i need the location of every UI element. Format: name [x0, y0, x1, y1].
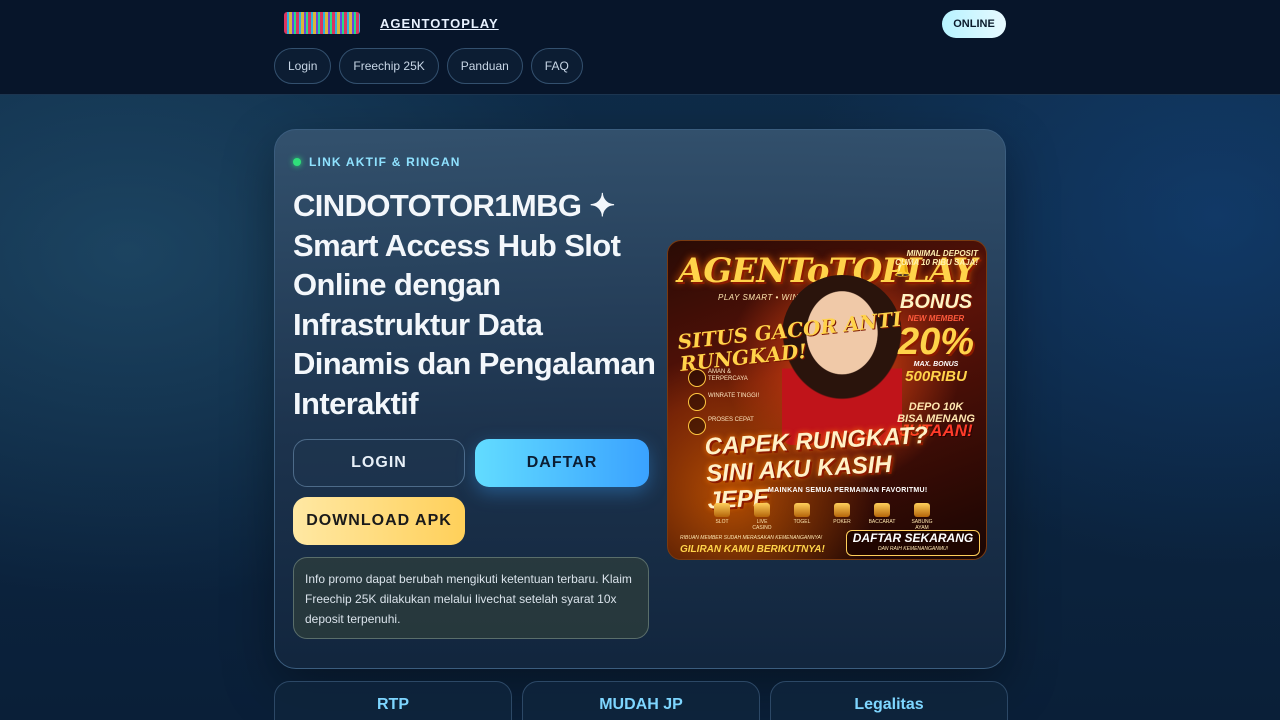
- page-title: CINDOTOTOR1MBG ✦ Smart Access Hub Slot O…: [293, 188, 656, 421]
- poster-game-sabung-ayam: SABUNG AYAM: [908, 503, 936, 531]
- poster-min-deposit: MINIMAL DEPOSIT CUMA 10 RIBU SAJA!: [895, 249, 978, 267]
- live-dot-icon: [293, 158, 301, 166]
- login-button[interactable]: LOGIN: [293, 439, 465, 487]
- poster-footer-left-main: GILIRAN KAMU BERIKUTNYA!: [680, 544, 825, 555]
- poster-bonus-pct: 20%: [897, 321, 975, 363]
- poster-footer-right-main: DAFTAR SEKARANG: [852, 531, 974, 545]
- poster-mainkan: MAINKAN SEMUA PERMAINAN FAVORITMU!: [768, 487, 928, 494]
- top-header: AGENTOTOPLAY ONLINE Login Freechip 25K P…: [0, 0, 1280, 95]
- poster-footer-right-small: DAN RAIH KEMENANGANMU!: [877, 546, 948, 552]
- brand-link[interactable]: AGENTOTOPLAY: [380, 16, 499, 31]
- daftar-button[interactable]: DAFTAR: [475, 439, 649, 487]
- poster-bonus-block: BONUS NEW MEMBER 20% MAX. BONUS 500RIBU: [896, 291, 976, 385]
- poster-daftar-badge: DAFTAR SEKARANG DAN RAIH KEMENANGANMU!: [846, 530, 980, 556]
- nav-login[interactable]: Login: [274, 48, 332, 84]
- site-logo[interactable]: [284, 12, 360, 34]
- online-status-badge: ONLINE: [942, 10, 1006, 38]
- poster-feature-2: WINRATE TINGGI!: [688, 393, 768, 411]
- poster-game-poker: POKER: [828, 503, 856, 531]
- poster-feature-3: PROSES CEPAT: [688, 417, 768, 435]
- nav-faq[interactable]: FAQ: [530, 48, 583, 84]
- nav-panduan[interactable]: Panduan: [446, 48, 523, 84]
- promo-poster-image: AGENToTOPLAY PLAY SMART • WIN BIG • REPE…: [667, 240, 987, 560]
- poster-game-baccarat: BACCARAT: [868, 503, 896, 531]
- poster-game-list: SLOT LIVE CASINO TOGEL POKER BACCARAT SA…: [708, 503, 936, 531]
- nav-freechip[interactable]: Freechip 25K: [339, 48, 439, 84]
- poster-game-togel: TOGEL: [788, 503, 816, 531]
- eyebrow-text: LINK AKTIF & RINGAN: [309, 155, 461, 169]
- poster-footer-left-small: RIBUAN MEMBER SUDAH MERASAKAN KEMENANGAN…: [680, 535, 823, 541]
- poster-feature-1: AMAN & TERPERCAYA: [688, 369, 768, 387]
- poster-game-slot: SLOT: [708, 503, 736, 531]
- tile-legalitas[interactable]: Legalitas: [770, 681, 1008, 720]
- poster-bonus-label: BONUS: [899, 291, 973, 313]
- poster-bonus-amount: 500RIBU: [905, 368, 967, 385]
- tile-rtp[interactable]: RTP: [274, 681, 512, 720]
- poster-headline: CAPEK RUNGKAT? SINI AKU KASIH JEPE: [704, 421, 929, 515]
- status-eyebrow: LINK AKTIF & RINGAN: [293, 155, 461, 169]
- feature-tiles: RTP MUDAH JP Legalitas: [274, 681, 1008, 720]
- poster-footer-left: RIBUAN MEMBER SUDAH MERASAKAN KEMENANGAN…: [680, 533, 840, 555]
- poster-game-live-casino: LIVE CASINO: [748, 503, 776, 531]
- tile-mudah-jp[interactable]: MUDAH JP: [522, 681, 760, 720]
- main-nav: Login Freechip 25K Panduan FAQ: [274, 48, 583, 84]
- hero-card: LINK AKTIF & RINGAN CINDOTOTOR1MBG ✦ Sma…: [274, 129, 1006, 669]
- download-apk-button[interactable]: DOWNLOAD APK: [293, 497, 465, 545]
- promo-info-note: Info promo dapat berubah mengikuti keten…: [293, 557, 649, 639]
